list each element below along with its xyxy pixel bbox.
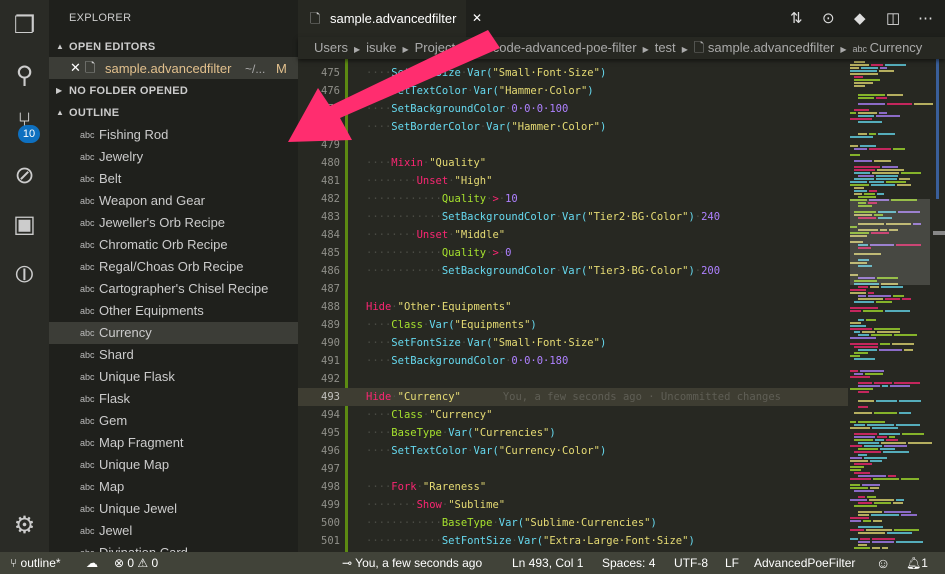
annotation-arrow [288, 30, 500, 142]
